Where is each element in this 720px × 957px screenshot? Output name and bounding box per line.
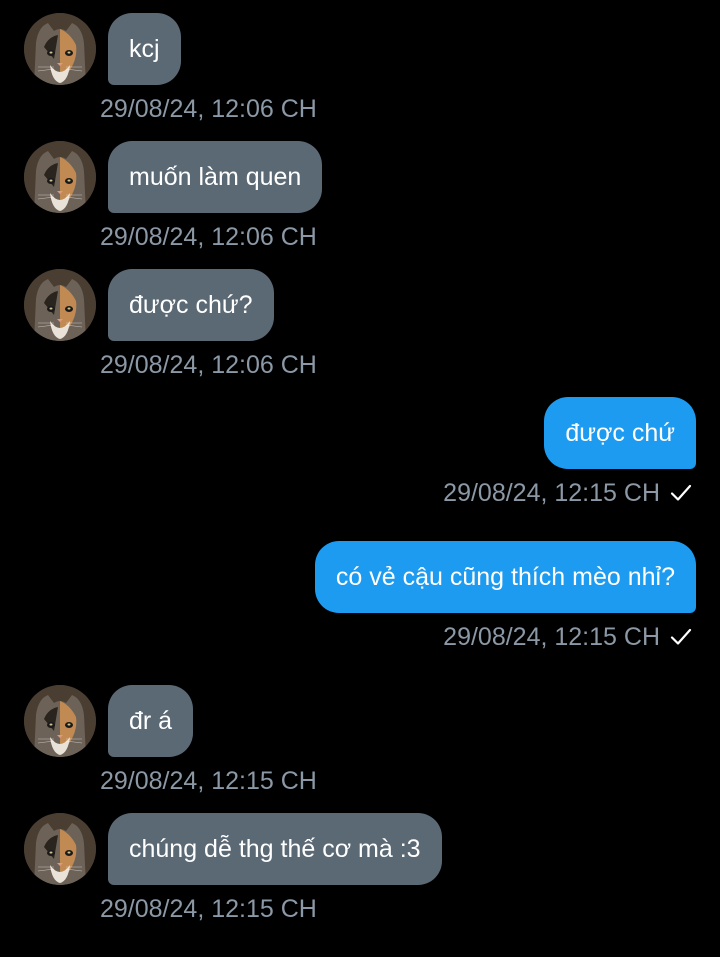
message-timestamp: 29/08/24, 12:06 CH — [100, 351, 317, 379]
message-text: kcj — [129, 34, 160, 63]
message-bubble-incoming[interactable]: được chứ? — [108, 269, 274, 341]
message-bubble-incoming[interactable]: muốn làm quen — [108, 141, 323, 213]
message-timestamp: 29/08/24, 12:06 CH — [100, 223, 317, 251]
message-text: có vẻ cậu cũng thích mèo nhỉ? — [335, 562, 675, 591]
message-timestamp: 29/08/24, 12:15 CH — [443, 623, 660, 651]
message-meta: 29/08/24, 12:15 CH — [443, 622, 694, 652]
cat-avatar-icon — [24, 269, 96, 341]
message-timestamp: 29/08/24, 12:15 CH — [443, 479, 660, 507]
sender-avatar[interactable] — [24, 269, 96, 341]
sender-avatar[interactable] — [24, 813, 96, 885]
sender-avatar[interactable] — [24, 685, 96, 757]
message-meta: 29/08/24, 12:15 CH — [443, 478, 694, 508]
cat-avatar-icon — [24, 813, 96, 885]
message-text: chúng dễ thg thế cơ mà :3 — [129, 834, 421, 863]
check-icon — [668, 480, 694, 506]
message-text: được chứ — [565, 418, 675, 447]
message-timestamp: 29/08/24, 12:15 CH — [100, 895, 317, 923]
sender-avatar[interactable] — [24, 141, 96, 213]
message-bubble-incoming[interactable]: kcj — [108, 13, 181, 85]
message-timestamp: 29/08/24, 12:15 CH — [100, 767, 317, 795]
sender-avatar[interactable] — [24, 13, 96, 85]
check-icon — [668, 624, 694, 650]
message-text: muốn làm quen — [129, 162, 302, 191]
cat-avatar-icon — [24, 141, 96, 213]
cat-avatar-icon — [24, 13, 96, 85]
message-text: đr á — [129, 706, 173, 735]
cat-avatar-icon — [24, 685, 96, 757]
message-bubble-outgoing[interactable]: có vẻ cậu cũng thích mèo nhỉ? — [314, 541, 696, 613]
message-bubble-incoming[interactable]: đr á — [108, 685, 194, 757]
message-text: được chứ? — [129, 290, 253, 319]
message-bubble-incoming[interactable]: chúng dễ thg thế cơ mà :3 — [108, 813, 442, 885]
message-timestamp: 29/08/24, 12:06 CH — [100, 95, 317, 123]
message-bubble-outgoing[interactable]: được chứ — [544, 397, 696, 469]
